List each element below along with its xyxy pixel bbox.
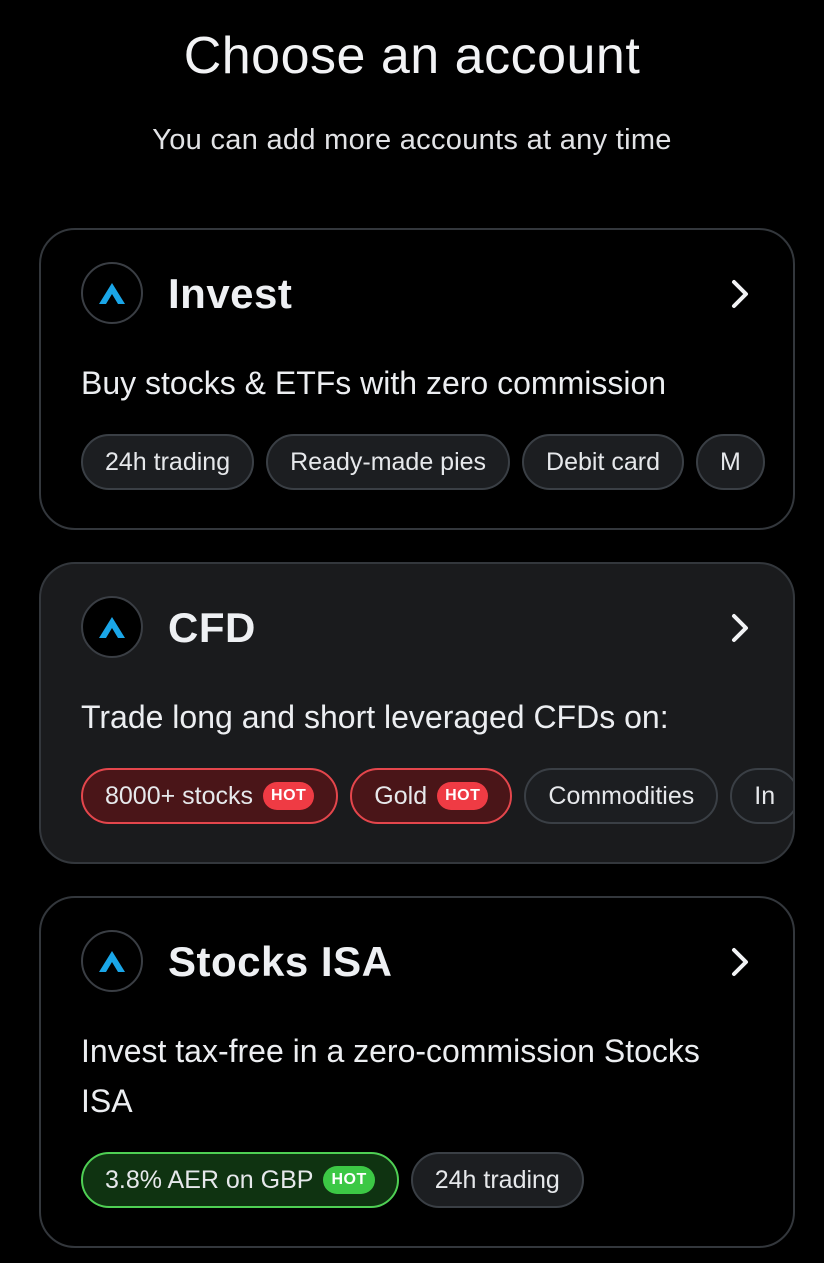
feature-chips: 3.8% AER on GBP HOT 24h trading: [81, 1152, 584, 1208]
chip-label: Ready-made pies: [290, 447, 487, 476]
account-description: Buy stocks & ETFs with zero commission: [81, 365, 667, 401]
chip-label: Gold: [374, 781, 428, 810]
account-title: Stocks ISA: [168, 938, 393, 985]
chip-label: 24h trading: [105, 447, 231, 476]
chip-label: Commodities: [548, 781, 695, 810]
chip-label: 3.8% AER on GBP: [105, 1165, 314, 1194]
feature-chip[interactable]: 8000+ stocks HOT: [81, 768, 339, 824]
feature-chips: 8000+ stocks HOT Gold HOT Commodities In: [81, 768, 793, 824]
account-title: CFD: [168, 604, 256, 651]
account-card-cfd[interactable]: CFD Trade long and short leveraged CFDs …: [39, 562, 795, 864]
account-description: Trade long and short leveraged CFDs on:: [81, 699, 669, 735]
feature-chip[interactable]: Ready-made pies: [266, 434, 511, 490]
hot-badge: HOT: [437, 782, 489, 810]
page-title: Choose an account: [183, 27, 641, 85]
chip-label: Debit card: [546, 447, 660, 476]
hot-badge: HOT: [323, 1166, 375, 1194]
feature-chip[interactable]: 3.8% AER on GBP HOT: [81, 1152, 399, 1208]
feature-chip[interactable]: M: [696, 434, 765, 490]
chip-label: 8000+ stocks: [105, 781, 254, 810]
feature-chip[interactable]: 24h trading: [81, 434, 255, 490]
page-subtitle: You can add more accounts at any time: [152, 124, 672, 156]
trading212-logo-icon: [81, 596, 143, 658]
account-title: Invest: [168, 270, 293, 317]
chevron-right-icon[interactable]: [725, 274, 755, 314]
feature-chip[interactable]: Debit card: [522, 434, 684, 490]
account-description: Invest tax-free in a zero-commission Sto…: [81, 1033, 700, 1119]
chip-label: M: [720, 447, 741, 476]
feature-chip[interactable]: In: [730, 768, 793, 824]
feature-chip[interactable]: Gold HOT: [350, 768, 513, 824]
hot-badge: HOT: [263, 782, 315, 810]
chip-label: In: [754, 781, 776, 810]
chevron-right-icon[interactable]: [725, 942, 755, 982]
account-card-stocks-isa[interactable]: Stocks ISA Invest tax-free in a zero-com…: [39, 896, 795, 1248]
feature-chips: 24h trading Ready-made pies Debit card M: [81, 434, 765, 490]
feature-chip[interactable]: Commodities: [524, 768, 719, 824]
chip-label: 24h trading: [434, 1165, 560, 1194]
trading212-logo-icon: [81, 262, 143, 324]
chevron-right-icon[interactable]: [725, 608, 755, 648]
feature-chip[interactable]: 24h trading: [410, 1152, 584, 1208]
account-card-invest[interactable]: Invest Buy stocks & ETFs with zero commi…: [39, 228, 795, 530]
trading212-logo-icon: [81, 930, 143, 992]
